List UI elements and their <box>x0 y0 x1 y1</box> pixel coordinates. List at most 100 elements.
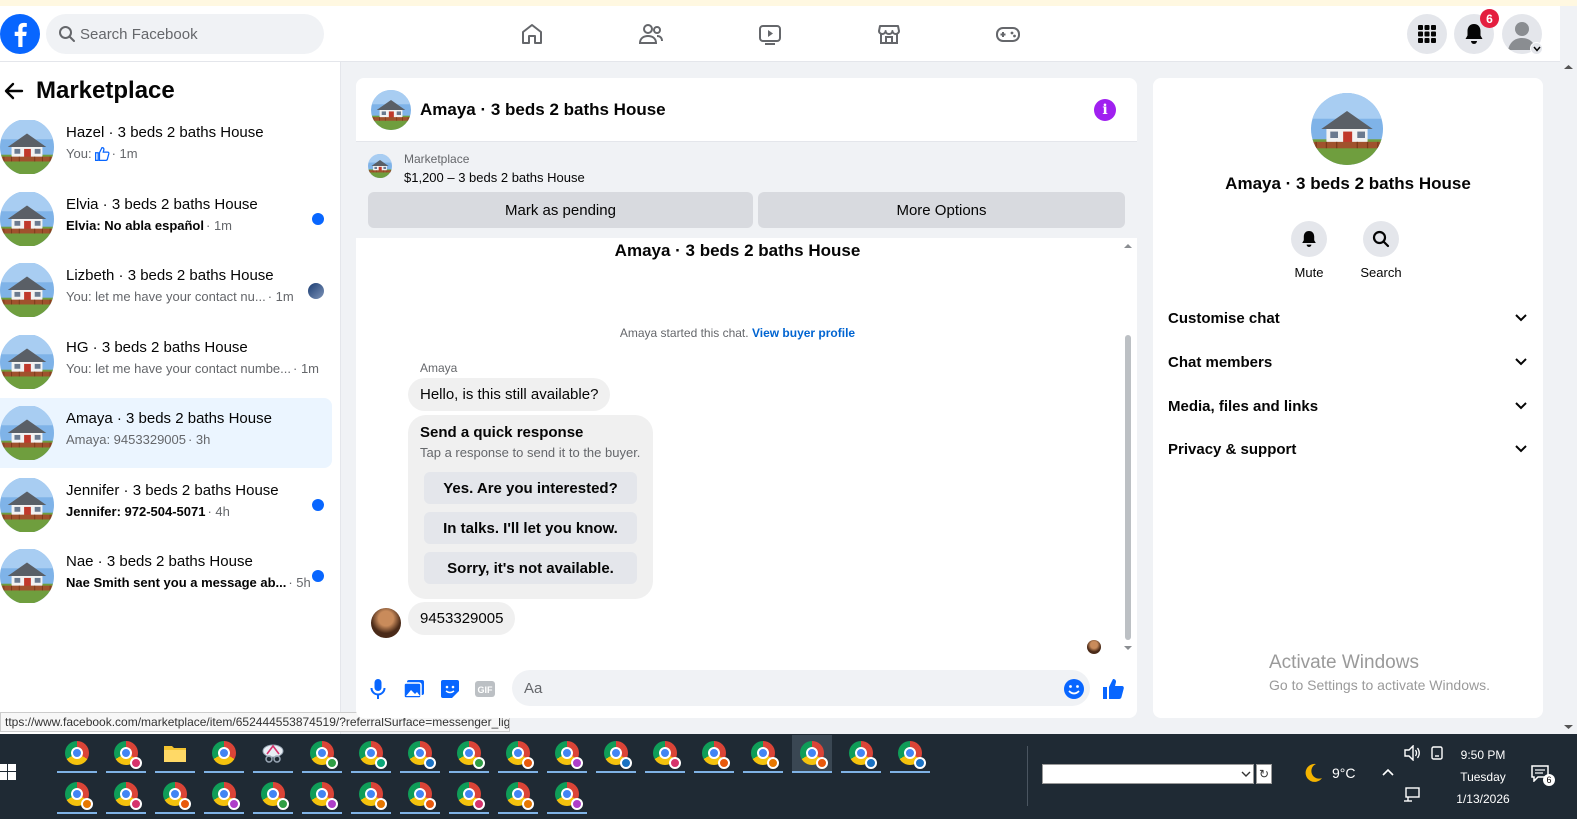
sender-name: Amaya <box>420 361 458 375</box>
scroll-up-arrow-icon[interactable] <box>1560 62 1577 72</box>
chrome-icon[interactable] <box>694 735 734 773</box>
conversation-item[interactable]: Hazel · 3 beds 2 baths House You: · 1m <box>0 112 332 182</box>
chat-listing-avatar[interactable] <box>371 90 411 130</box>
thumbs-up-send-icon[interactable] <box>1100 676 1126 702</box>
chrome-icon[interactable] <box>253 776 293 814</box>
grid-icon <box>1418 25 1436 43</box>
weather-widget[interactable]: 9°C <box>1302 762 1356 784</box>
scroll-down-arrow-icon[interactable] <box>1121 643 1135 653</box>
chrome-icon[interactable] <box>498 735 538 773</box>
conversation-item[interactable]: Jennifer · 3 beds 2 baths House Jennifer:… <box>0 470 332 540</box>
menu-grid-button[interactable] <box>1407 14 1447 54</box>
conversation-item[interactable]: Elvia · 3 beds 2 baths House Elvia: No ab… <box>0 184 332 254</box>
quick-response-yes-button[interactable]: Yes. Are you interested? <box>424 472 637 504</box>
chrome-icon[interactable] <box>302 776 342 814</box>
message-bubble-phone[interactable]: 9453329005 <box>408 602 516 635</box>
chrome-icon[interactable] <box>351 735 391 773</box>
chrome-icon[interactable] <box>106 735 146 773</box>
microphone-icon[interactable] <box>365 676 391 702</box>
conversation-thumbnail <box>0 119 54 175</box>
scrollbar-thumb[interactable] <box>1125 335 1131 640</box>
conversation-item[interactable]: Nae · 3 beds 2 baths House Nae Smith sent… <box>0 541 332 611</box>
search-in-chat-button[interactable]: Search <box>1351 221 1411 280</box>
chrome-icon[interactable] <box>547 735 587 773</box>
chevron-down-icon <box>1515 314 1527 322</box>
conversation-name: Lizbeth · 3 beds 2 baths House <box>66 267 274 284</box>
speaker-icon[interactable] <box>1403 744 1421 764</box>
facebook-logo-icon[interactable] <box>0 14 40 54</box>
chrome-icon[interactable] <box>596 735 636 773</box>
gif-icon[interactable]: GIF <box>472 676 498 702</box>
marketplace-icon[interactable] <box>869 16 909 52</box>
mark-as-pending-button[interactable]: Mark as pending <box>368 192 753 228</box>
chrome-icon[interactable] <box>547 776 587 814</box>
chrome-icon[interactable] <box>449 776 489 814</box>
conversation-item[interactable]: Lizbeth · 3 beds 2 baths House You: let m… <box>0 255 332 325</box>
chrome-icon[interactable] <box>400 776 440 814</box>
refresh-icon[interactable]: ↻ <box>1256 764 1272 784</box>
chat-header: Amaya · 3 beds 2 baths House i <box>356 78 1137 142</box>
chrome-icon[interactable] <box>645 735 685 773</box>
buyer-avatar[interactable] <box>371 608 401 638</box>
chevron-down-icon[interactable] <box>1237 764 1254 784</box>
chrome-icon[interactable] <box>302 735 342 773</box>
file-explorer-icon[interactable] <box>155 735 195 773</box>
windows-start-icon[interactable] <box>0 764 16 780</box>
listing-price[interactable]: $1,200 – 3 beds 2 baths House <box>404 170 585 185</box>
section-customise-chat[interactable]: Customise chat <box>1168 300 1528 336</box>
chrome-icon[interactable] <box>106 776 146 814</box>
sticker-icon[interactable] <box>437 676 463 702</box>
chrome-icon[interactable] <box>498 776 538 814</box>
view-buyer-profile-link[interactable]: View buyer profile <box>752 326 855 340</box>
section-privacy-support[interactable]: Privacy & support <box>1168 431 1528 467</box>
chrome-icon[interactable] <box>400 735 440 773</box>
more-options-button[interactable]: More Options <box>758 192 1125 228</box>
info-icon[interactable]: i <box>1094 99 1116 121</box>
page-scrollbar[interactable] <box>1560 62 1577 734</box>
thread-scrollbar[interactable] <box>1121 238 1135 660</box>
conversation-item[interactable]: Amaya · 3 beds 2 baths House Amaya: 94533… <box>0 398 332 468</box>
taskbar-separator <box>1027 746 1028 806</box>
section-media-files-links[interactable]: Media, files and links <box>1168 388 1528 424</box>
message-bubble[interactable]: Hello, is this still available? <box>408 378 611 411</box>
search-input[interactable] <box>80 14 315 54</box>
gaming-icon[interactable] <box>988 16 1028 52</box>
chrome-icon[interactable] <box>792 735 832 773</box>
snipping-tool-icon[interactable] <box>253 735 293 773</box>
home-icon[interactable] <box>512 16 552 52</box>
account-chevron-down-icon[interactable] <box>1530 42 1543 55</box>
chrome-icon[interactable] <box>351 776 391 814</box>
watch-video-icon[interactable] <box>750 16 790 52</box>
message-input[interactable] <box>512 670 1090 706</box>
message-thread[interactable]: Amaya · 3 beds 2 baths House Amaya start… <box>356 238 1137 660</box>
chrome-icon[interactable] <box>449 735 489 773</box>
search-box[interactable] <box>46 14 324 54</box>
chrome-icon[interactable] <box>155 776 195 814</box>
chrome-icon[interactable] <box>743 735 783 773</box>
photo-icon[interactable] <box>401 676 427 702</box>
chevron-up-icon[interactable] <box>1381 764 1395 780</box>
chrome-icon[interactable] <box>890 735 930 773</box>
chrome-icon[interactable] <box>841 735 881 773</box>
device-icon[interactable] <box>1429 745 1445 764</box>
chrome-icon[interactable] <box>204 735 244 773</box>
conversation-item[interactable]: HG · 3 beds 2 baths House You: let me hav… <box>0 327 332 397</box>
section-chat-members[interactable]: Chat members <box>1168 344 1528 380</box>
listing-thumbnail[interactable] <box>368 154 392 178</box>
quick-response-not-available-button[interactable]: Sorry, it's not available. <box>424 552 637 584</box>
address-toolbar-input[interactable] <box>1042 764 1254 784</box>
quick-response-in-talks-button[interactable]: In talks. I'll let you know. <box>424 512 637 544</box>
chrome-icon[interactable] <box>57 735 97 773</box>
friends-icon[interactable] <box>631 16 671 52</box>
clock-time: 9:50 PM <box>1460 748 1506 762</box>
scroll-up-arrow-icon[interactable] <box>1121 241 1135 251</box>
network-icon[interactable] <box>1403 787 1421 806</box>
system-clock[interactable]: 9:50 PM Tuesday 1/13/2026 <box>1455 744 1511 810</box>
chat-title[interactable]: Amaya · 3 beds 2 baths House <box>420 100 666 120</box>
scroll-down-arrow-icon[interactable] <box>1560 722 1577 732</box>
back-arrow-icon[interactable] <box>4 81 24 101</box>
chrome-icon[interactable] <box>57 776 97 814</box>
emoji-icon[interactable] <box>1061 676 1087 702</box>
mute-button[interactable]: Mute <box>1279 221 1339 280</box>
chrome-icon[interactable] <box>204 776 244 814</box>
